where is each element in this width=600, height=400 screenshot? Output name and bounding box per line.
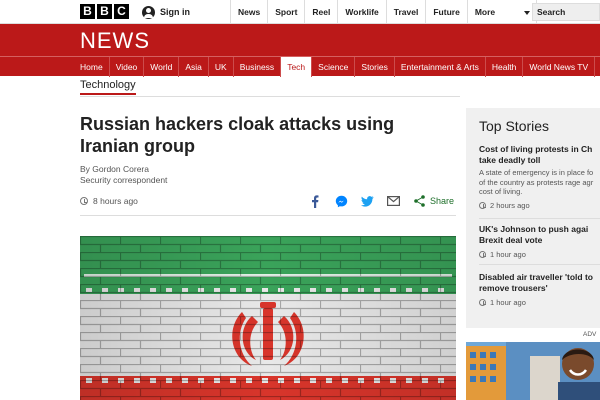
clock-icon	[80, 197, 88, 205]
bbc-logo-letter: B	[80, 4, 95, 19]
top-story-item[interactable]: Cost of living protests in Ch take deadl…	[479, 144, 600, 210]
divider	[80, 96, 460, 97]
bbc-logo[interactable]: B B C	[80, 4, 129, 19]
story-timestamp: 2 hours ago	[479, 201, 600, 210]
news-bar: NEWS Home Video World Asia UK Business T…	[0, 24, 600, 77]
topnav-sport[interactable]: Sport	[267, 0, 304, 24]
top-story-item[interactable]: UK's Johnson to push agai Brexit deal vo…	[479, 224, 600, 259]
more-label: More	[474, 7, 496, 17]
top-stories-title: Top Stories	[479, 118, 550, 134]
story-timestamp: 1 hour ago	[479, 250, 600, 259]
signin-link[interactable]: Sign in	[142, 0, 190, 24]
section-tech[interactable]: Tech	[281, 57, 313, 77]
messenger-icon[interactable]	[334, 194, 348, 208]
story-time: 2 hours ago	[490, 200, 530, 210]
divider	[479, 264, 600, 265]
divider	[479, 218, 600, 219]
topnav-more-button[interactable]: More	[466, 0, 537, 24]
clock-icon	[479, 299, 486, 306]
story-headline[interactable]: UK's Johnson to push agai Brexit deal vo…	[479, 224, 600, 246]
topnav-news[interactable]: News	[230, 0, 267, 24]
article-time: 8 hours ago	[93, 196, 138, 206]
signin-label: Sign in	[160, 7, 190, 17]
bbc-masthead: B B C Sign in News Sport Reel Worklife T…	[0, 0, 600, 24]
section-world-news-tv[interactable]: World News TV	[523, 57, 596, 77]
chevron-down-icon	[523, 11, 530, 15]
advert-image[interactable]	[466, 342, 600, 400]
advert-label: ADV	[583, 331, 597, 338]
section-asia[interactable]: Asia	[179, 57, 209, 77]
top-stories-panel: Top Stories Cost of living protests in C…	[466, 108, 600, 328]
article-image-iran-flag-wall	[80, 236, 456, 400]
bbc-logo-letter: C	[114, 4, 129, 19]
section-video[interactable]: Video	[110, 57, 145, 77]
email-icon[interactable]	[386, 194, 400, 208]
article-timestamp: 8 hours ago	[80, 196, 138, 206]
section-business[interactable]: Business	[234, 57, 282, 77]
clock-icon	[479, 201, 486, 209]
byline-author: By Gordon Corera	[80, 164, 149, 174]
section-stories[interactable]: Stories	[355, 57, 395, 77]
top-nav: News Sport Reel Worklife Travel Future M…	[230, 0, 537, 24]
bbc-logo-letter: B	[97, 4, 112, 19]
news-logo[interactable]: NEWS	[80, 28, 150, 54]
story-headline[interactable]: Disabled air traveller 'told to remove t…	[479, 272, 600, 294]
section-uk[interactable]: UK	[209, 57, 234, 77]
breadcrumb[interactable]: Technology	[80, 79, 136, 95]
story-time: 1 hour ago	[490, 298, 526, 307]
section-entertainment-arts[interactable]: Entertainment & Arts	[395, 57, 486, 77]
story-timestamp: 1 hour ago	[479, 298, 600, 307]
section-health[interactable]: Health	[486, 57, 524, 77]
share-icon[interactable]	[412, 194, 426, 208]
section-nav: Home Video World Asia UK Business Tech S…	[0, 56, 600, 77]
share-tools: Share	[308, 194, 454, 208]
section-home[interactable]: Home	[74, 57, 110, 77]
top-story-item[interactable]: Disabled air traveller 'told to remove t…	[479, 272, 600, 307]
section-world[interactable]: World	[144, 57, 180, 77]
byline-role: Security correspondent	[80, 175, 168, 185]
story-time: 1 hour ago	[490, 250, 526, 259]
twitter-icon[interactable]	[360, 194, 374, 208]
search-input[interactable]: Search	[532, 3, 600, 21]
topnav-reel[interactable]: Reel	[304, 0, 337, 24]
share-label[interactable]: Share	[430, 196, 454, 206]
section-science[interactable]: Science	[312, 57, 356, 77]
topnav-worklife[interactable]: Worklife	[337, 0, 385, 24]
user-icon	[142, 5, 155, 19]
story-summary: A state of emergency is in place fo of t…	[479, 168, 594, 196]
topnav-future[interactable]: Future	[425, 0, 466, 24]
article-headline: Russian hackers cloak attacks using Iran…	[80, 114, 395, 156]
facebook-icon[interactable]	[308, 194, 322, 208]
divider	[80, 215, 456, 216]
story-headline[interactable]: Cost of living protests in Ch take deadl…	[479, 144, 600, 166]
topnav-travel[interactable]: Travel	[385, 0, 426, 24]
clock-icon	[479, 251, 486, 258]
